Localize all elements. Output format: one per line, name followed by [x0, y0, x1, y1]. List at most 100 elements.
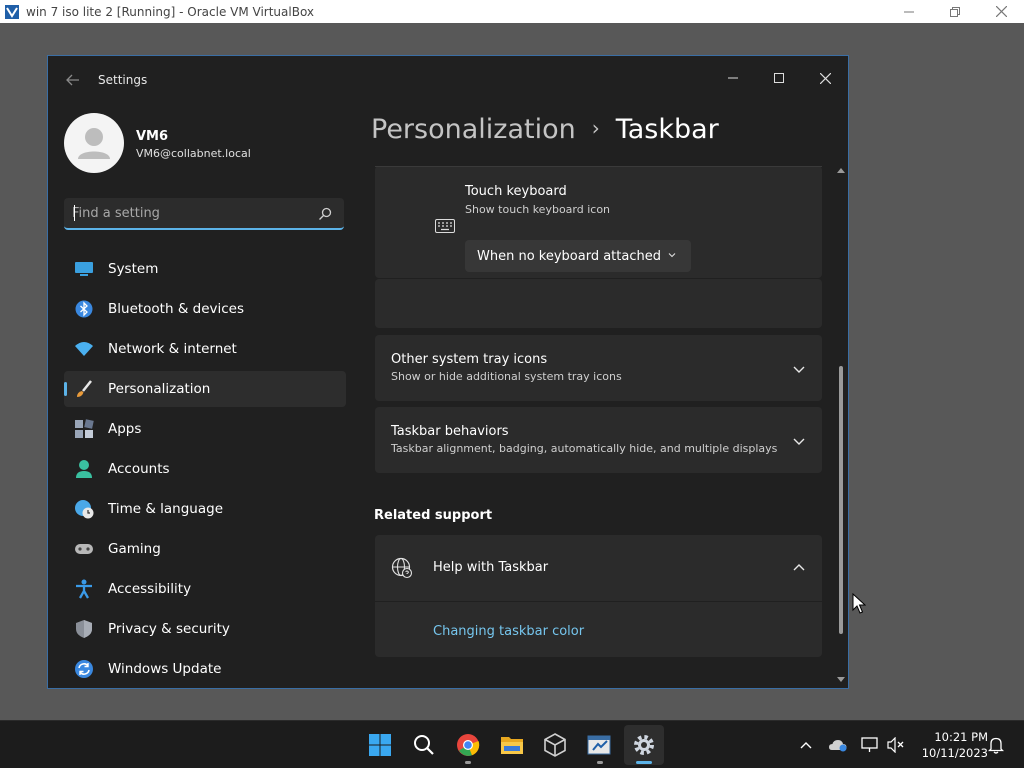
back-button[interactable]: [58, 68, 88, 92]
mouse-cursor-icon: [852, 593, 866, 614]
sidebar-item-label: Accessibility: [108, 581, 192, 597]
network-tool-icon: [587, 735, 611, 755]
globe-clock-icon: [74, 499, 94, 519]
chevron-down-icon[interactable]: [792, 362, 806, 376]
sidebar-item-label: Windows Update: [108, 661, 222, 677]
sidebar-item-accessibility[interactable]: Accessibility: [64, 571, 346, 607]
taskbar-clock[interactable]: 10:21 PM 10/11/2023: [912, 729, 988, 761]
accessibility-icon: [74, 579, 94, 599]
settings-window: Settings VM6 VM6@collabnet.local Find a …: [47, 55, 849, 689]
apps-icon: [74, 419, 94, 439]
sidebar-item-gaming[interactable]: Gaming: [64, 531, 346, 567]
settings-icon: [634, 735, 654, 755]
minimize-button[interactable]: [710, 62, 756, 94]
search-input[interactable]: [72, 198, 312, 228]
arrow-left-icon: [66, 74, 79, 86]
breadcrumb: Personalization › Taskbar: [371, 114, 719, 145]
taskbar-virtualbox[interactable]: [535, 725, 575, 765]
sidebar-item-time-language[interactable]: Time & language: [64, 491, 346, 527]
notifications-button[interactable]: [986, 735, 1006, 755]
card-divider: [375, 166, 822, 167]
text-caret: [74, 205, 75, 221]
chevron-up-icon: [800, 742, 812, 749]
search-icon: [414, 735, 434, 755]
chevron-up-icon[interactable]: [792, 561, 806, 575]
help-with-taskbar-content: Changing taskbar color: [375, 602, 822, 657]
search-box[interactable]: [64, 198, 344, 230]
sidebar-item-system[interactable]: System: [64, 251, 346, 287]
keyboard-icon: [435, 219, 455, 233]
dropdown-selected-value: When no keyboard attached: [477, 248, 661, 264]
start-button[interactable]: [360, 725, 400, 765]
sidebar-item-label: System: [108, 261, 159, 277]
host-close-button[interactable]: [978, 0, 1024, 23]
help-with-taskbar-header[interactable]: Help with Taskbar: [375, 535, 822, 601]
clock-time: 10:21 PM: [934, 730, 988, 744]
sidebar-item-network[interactable]: Network & internet: [64, 331, 346, 367]
touch-keyboard-subtitle: Show touch keyboard icon: [465, 203, 611, 216]
scrollbar-thumb[interactable]: [839, 366, 843, 634]
user-profile[interactable]: VM6 VM6@collabnet.local: [64, 113, 354, 175]
page-title: Taskbar: [615, 114, 719, 145]
maximize-button[interactable]: [756, 62, 802, 94]
scroll-down-icon[interactable]: [836, 674, 846, 684]
search-icon[interactable]: [317, 206, 333, 222]
sidebar-item-label: Bluetooth & devices: [108, 301, 245, 317]
touch-keyboard-title: Touch keyboard: [465, 184, 567, 199]
content-scrollbar[interactable]: [835, 166, 847, 688]
tray-onedrive[interactable]: [828, 735, 848, 755]
taskbar-file-explorer[interactable]: [492, 725, 532, 765]
sidebar-item-personalization[interactable]: Personalization: [64, 371, 346, 407]
globe-help-icon: [391, 557, 413, 579]
host-minimize-button[interactable]: [886, 0, 932, 23]
taskbar-settings[interactable]: [624, 725, 664, 765]
sidebar-item-accounts[interactable]: Accounts: [64, 451, 346, 487]
user-email: VM6@collabnet.local: [136, 147, 251, 160]
minimize-icon: [904, 11, 914, 12]
behaviors-subtitle: Taskbar alignment, badging, automaticall…: [391, 442, 778, 455]
sidebar-item-label: Network & internet: [108, 341, 237, 357]
taskbar-network-tool[interactable]: [580, 725, 620, 765]
host-titlebar: win 7 iso lite 2 [Running] - Oracle VM V…: [0, 0, 1024, 23]
show-hidden-icons-button[interactable]: [796, 735, 816, 755]
chevron-down-icon: [668, 253, 676, 258]
taskbar-search-button[interactable]: [404, 725, 444, 765]
touch-keyboard-dropdown[interactable]: When no keyboard attached: [465, 240, 691, 272]
changing-taskbar-color-link[interactable]: Changing taskbar color: [433, 624, 584, 639]
empty-setting-row: [375, 279, 822, 328]
restore-icon: [950, 6, 960, 17]
chrome-icon: [457, 734, 480, 756]
taskbar-behaviors-card[interactable]: Taskbar behaviors Taskbar alignment, bad…: [375, 407, 822, 473]
other-tray-subtitle: Show or hide additional system tray icon…: [391, 370, 622, 383]
sidebar-item-apps[interactable]: Apps: [64, 411, 346, 447]
taskbar-chrome[interactable]: [448, 725, 488, 765]
app-title: Settings: [98, 73, 148, 87]
other-tray-icons-card[interactable]: Other system tray icons Show or hide add…: [375, 335, 822, 401]
breadcrumb-separator: ›: [591, 116, 600, 140]
host-restore-button[interactable]: [932, 0, 978, 23]
monitor-icon: [74, 259, 94, 279]
help-with-taskbar-title: Help with Taskbar: [433, 560, 549, 575]
user-name: VM6: [136, 129, 169, 144]
file-explorer-icon: [501, 737, 523, 754]
sidebar-item-bluetooth[interactable]: Bluetooth & devices: [64, 291, 346, 327]
tray-volume[interactable]: [886, 735, 906, 755]
wifi-icon: [74, 339, 94, 359]
behaviors-title: Taskbar behaviors: [391, 424, 509, 439]
sidebar-item-windows-update[interactable]: Windows Update: [64, 651, 346, 687]
virtualbox-icon: [544, 733, 566, 757]
chevron-down-icon[interactable]: [792, 434, 806, 448]
close-icon: [819, 72, 831, 84]
scroll-up-icon[interactable]: [836, 166, 846, 176]
breadcrumb-parent[interactable]: Personalization: [371, 114, 576, 145]
gamepad-icon: [74, 539, 94, 559]
sidebar-item-privacy[interactable]: Privacy & security: [64, 611, 346, 647]
host-window-title: win 7 iso lite 2 [Running] - Oracle VM V…: [26, 4, 315, 19]
touch-keyboard-card: Touch keyboard Show touch keyboard icon …: [375, 166, 822, 278]
settings-titlebar: Settings: [48, 56, 848, 104]
tray-network[interactable]: [860, 735, 880, 755]
cloud-icon: [829, 740, 847, 752]
maximize-icon: [774, 73, 784, 83]
paintbrush-icon: [74, 379, 94, 399]
close-button[interactable]: [802, 62, 848, 94]
